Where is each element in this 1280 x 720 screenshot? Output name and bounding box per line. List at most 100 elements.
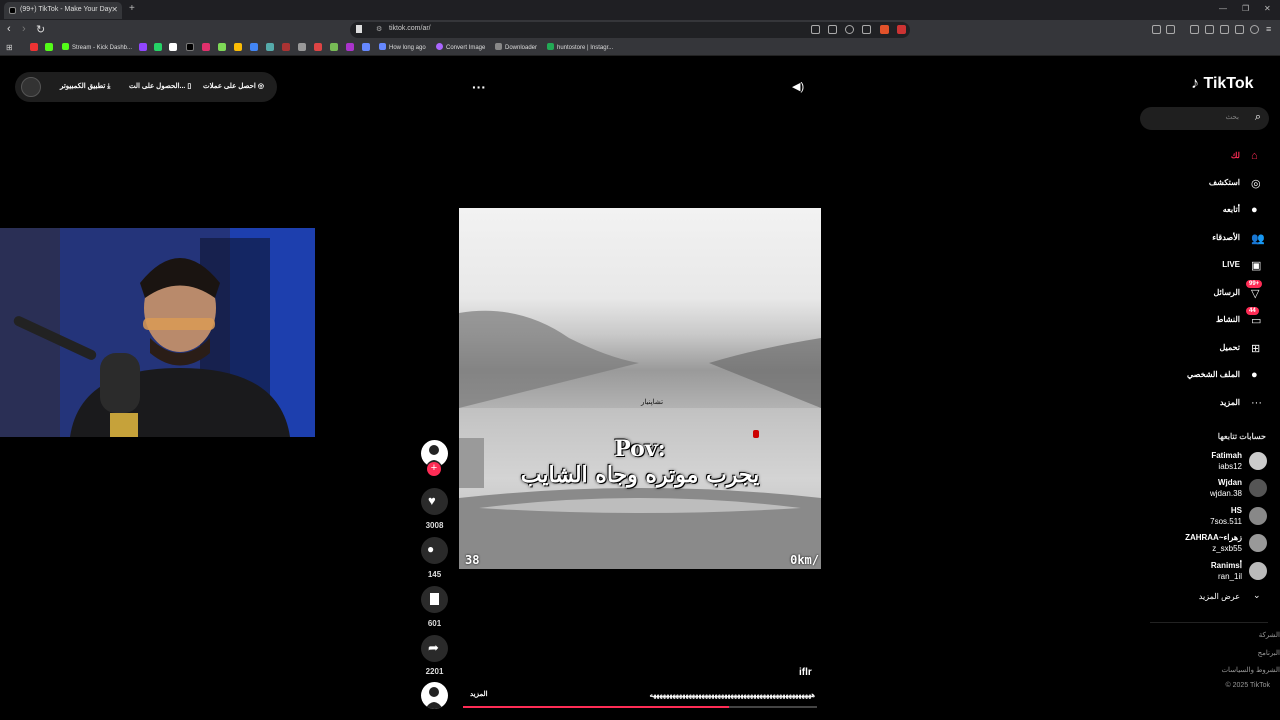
close-window-icon[interactable]: ✕ bbox=[1264, 4, 1271, 13]
bookmark-kick-stream[interactable]: Stream - Kick Dashb... bbox=[62, 43, 132, 51]
share-icon[interactable] bbox=[862, 25, 871, 34]
rewards-icon[interactable] bbox=[897, 25, 906, 34]
sidebar-item-label[interactable]: LIVE bbox=[1222, 260, 1240, 269]
video-player[interactable]: تشاپنيار Pov: يجرب موتره وجاه الشايب 38 … bbox=[459, 208, 821, 569]
new-tab-icon[interactable]: + bbox=[129, 3, 135, 14]
save-button[interactable] bbox=[421, 586, 448, 613]
zoom-icon[interactable] bbox=[845, 25, 854, 34]
sidebar-item-label[interactable]: النشاط bbox=[1216, 315, 1240, 324]
desktop-app-button[interactable]: تطبيق الكمبيوتر ⤓ bbox=[60, 82, 110, 91]
bookmark-convert-image[interactable]: Convert Image bbox=[436, 43, 485, 51]
browser-tab[interactable]: (99+) TikTok - Make Your Day ✕ bbox=[4, 2, 122, 19]
comment-button[interactable]: ● bbox=[421, 537, 448, 564]
compass-icon[interactable]: ◎ bbox=[1251, 177, 1264, 190]
sidebar-item-label[interactable]: استكشف bbox=[1209, 178, 1240, 187]
tiktok-logo[interactable]: ♪ TikTok bbox=[1191, 75, 1254, 93]
friends-icon[interactable]: 👥 bbox=[1251, 232, 1265, 245]
screenshot-icon[interactable] bbox=[1166, 25, 1175, 34]
instagram-favicon-icon[interactable] bbox=[202, 43, 210, 51]
github-favicon-icon[interactable] bbox=[298, 43, 306, 51]
live-icon[interactable]: ▣ bbox=[1251, 259, 1264, 272]
vpn-icon[interactable] bbox=[1250, 25, 1259, 34]
extension-icon[interactable] bbox=[1152, 25, 1161, 34]
wallet-icon[interactable] bbox=[1220, 25, 1229, 34]
url-text[interactable]: tiktok.com/ar/ bbox=[389, 25, 431, 32]
get-coins-button[interactable]: احصل على عملات ◎ bbox=[203, 82, 264, 90]
sound-avatar[interactable] bbox=[421, 682, 448, 709]
more-icon[interactable]: ··· bbox=[1251, 397, 1264, 410]
footer-link[interactable]: الشروط والسياسات bbox=[1221, 666, 1280, 674]
footer-link[interactable]: الشركة bbox=[1259, 631, 1280, 639]
bookmark-how-long-ago[interactable]: How long ago bbox=[379, 43, 426, 51]
sidebar-item-label[interactable]: تحميل bbox=[1220, 343, 1241, 352]
apps-grid-icon[interactable]: ⊞ bbox=[6, 43, 13, 52]
close-tab-icon[interactable]: ✕ bbox=[111, 5, 118, 14]
sidebar-item-label[interactable]: المزيد bbox=[1220, 398, 1240, 407]
bookmark-favicon-icon[interactable] bbox=[234, 43, 242, 51]
following-account[interactable]: HS 7sos.511 bbox=[1210, 505, 1242, 527]
bookmark-favicon-icon[interactable] bbox=[218, 43, 226, 51]
following-icon[interactable]: ● bbox=[1251, 204, 1264, 217]
follow-plus-icon[interactable]: + bbox=[427, 462, 441, 476]
following-account[interactable]: Ranimsأ ran_1il bbox=[1211, 560, 1242, 582]
search-icon[interactable]: ⌕ bbox=[1255, 111, 1261, 124]
bookmark-favicon-icon[interactable] bbox=[346, 43, 354, 51]
bookmark-huntostore[interactable]: huntostore | Instagr... bbox=[547, 43, 613, 51]
site-info-icon[interactable]: ⚙ bbox=[376, 25, 382, 33]
avatar[interactable] bbox=[1249, 452, 1267, 470]
avatar[interactable] bbox=[1249, 562, 1267, 580]
tiktok-bookmark-icon[interactable] bbox=[186, 43, 194, 51]
like-button[interactable]: ♥ bbox=[421, 488, 448, 515]
home-icon[interactable]: ⌂ bbox=[1251, 150, 1264, 163]
bookmark-favicon-icon[interactable] bbox=[330, 43, 338, 51]
search-input[interactable]: بحث ⌕ bbox=[1140, 107, 1269, 130]
address-bar[interactable] bbox=[350, 22, 910, 38]
cast-icon[interactable] bbox=[828, 25, 837, 34]
more-options-icon[interactable]: ··· bbox=[472, 79, 486, 95]
bookmark-favicon-icon[interactable] bbox=[266, 43, 274, 51]
twitch-favicon-icon[interactable] bbox=[139, 43, 147, 51]
footer-link[interactable]: البرنامج bbox=[1258, 649, 1280, 657]
messages-icon[interactable]: ▽ bbox=[1251, 287, 1264, 300]
menu-icon[interactable]: ≡ bbox=[1266, 24, 1271, 34]
forward-icon[interactable]: › bbox=[22, 23, 26, 35]
kick-favicon-icon[interactable] bbox=[45, 43, 53, 51]
sidebar-item-label[interactable]: الملف الشخصي bbox=[1187, 370, 1240, 379]
caption-more-button[interactable]: المزيد bbox=[470, 690, 492, 698]
bookmark-favicon-icon[interactable] bbox=[250, 43, 258, 51]
see-more-button[interactable]: عرض المزيد bbox=[1199, 592, 1240, 601]
following-account[interactable]: ZAHRAA~زهراء z_sxb55 bbox=[1185, 532, 1242, 554]
activity-icon[interactable]: ▭ bbox=[1251, 314, 1264, 327]
get-app-button[interactable]: الحصول على الت... ▯ bbox=[129, 82, 191, 90]
translate-icon[interactable] bbox=[811, 25, 820, 34]
avatar[interactable] bbox=[1249, 479, 1267, 497]
leo-ai-icon[interactable] bbox=[1235, 25, 1244, 34]
sidebar-item-label[interactable]: الرسائل bbox=[1214, 288, 1241, 297]
back-icon[interactable]: ‹ bbox=[7, 23, 11, 35]
minimize-icon[interactable]: — bbox=[1219, 4, 1227, 13]
following-account[interactable]: Fatimah iabs12 bbox=[1211, 450, 1242, 472]
reload-icon[interactable]: ↻ bbox=[36, 23, 45, 36]
profile-icon[interactable]: ● bbox=[1251, 369, 1264, 382]
music-icon[interactable] bbox=[1190, 25, 1199, 34]
avatar[interactable] bbox=[21, 77, 41, 97]
volume-icon[interactable]: ◀) bbox=[792, 80, 804, 93]
share-button[interactable]: ➦ bbox=[421, 635, 448, 662]
bookmark-favicon-icon[interactable] bbox=[282, 43, 290, 51]
sidebar-item-label[interactable]: أتابعه bbox=[1223, 205, 1240, 214]
upload-icon[interactable]: ⊞ bbox=[1251, 342, 1264, 355]
bookmark-page-icon[interactable] bbox=[356, 25, 362, 33]
bookmark-downloader[interactable]: Downloader bbox=[495, 43, 537, 51]
brave-shield-icon[interactable] bbox=[880, 25, 889, 34]
avatar[interactable] bbox=[1249, 507, 1267, 525]
video-author[interactable]: iflr bbox=[799, 667, 812, 678]
sidebar-item-label[interactable]: الأصدقاء bbox=[1212, 233, 1240, 242]
whatsapp-favicon-icon[interactable] bbox=[154, 43, 162, 51]
following-account[interactable]: Wjdan wjdan.38 bbox=[1210, 477, 1242, 499]
bookmark-favicon-icon[interactable] bbox=[362, 43, 370, 51]
bookmark-favicon-icon[interactable] bbox=[30, 43, 38, 51]
x-favicon-icon[interactable] bbox=[169, 43, 177, 51]
bookmark-favicon-icon[interactable] bbox=[314, 43, 322, 51]
avatar[interactable] bbox=[1249, 534, 1267, 552]
maximize-icon[interactable]: ❐ bbox=[1242, 4, 1249, 13]
